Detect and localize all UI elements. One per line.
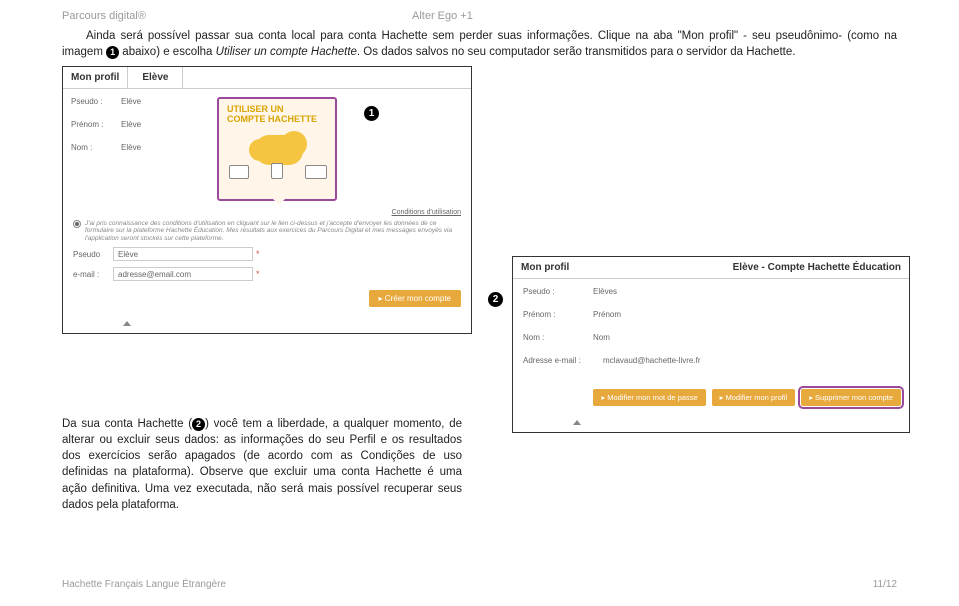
paragraph-2: Da sua conta Hachette (2) você tem a lib… [62, 416, 462, 513]
prenom-value: Elève [121, 120, 141, 129]
modify-profile-button[interactable]: ▸ Modifier mon profil [712, 389, 796, 406]
pseudo-label: Pseudo : [71, 97, 121, 106]
cloud-icon [255, 135, 303, 165]
s2-adresse-value: mclavaud@hachette-livre.fr [603, 356, 701, 365]
terms-row[interactable]: J'ai pris connaissance des conditions d'… [63, 218, 471, 244]
s2-pseudo-label: Pseudo : [523, 287, 593, 296]
shot2-title: Mon profil [521, 262, 569, 273]
caret-up-icon [573, 420, 581, 425]
device-icon [305, 165, 327, 179]
page-header: Parcours digital® Alter Ego +1 [62, 10, 897, 22]
shot2-right: Elève - Compte Hachette Éducation [733, 262, 901, 273]
nom-label: Nom : [71, 143, 121, 152]
terms-radio[interactable] [73, 220, 81, 228]
s2-prenom-value: Prénom [593, 310, 621, 319]
email-input[interactable]: adresse@email.com [113, 267, 253, 281]
para2-end: definidas na plataforma). Observe que ex… [62, 466, 462, 510]
header-right: Alter Ego +1 [412, 10, 473, 22]
tab-eleve[interactable]: Elève [127, 67, 183, 88]
pseudo-value: Elève [121, 97, 141, 106]
para2-italic: Condições de uso [361, 450, 463, 462]
para1-mid: abaixo) e escolha [119, 46, 216, 58]
tab-mon-profil[interactable]: Mon profil [63, 67, 127, 88]
required-icon: * [256, 269, 260, 279]
pseudo2-label: Pseudo [73, 250, 113, 259]
nom-value: Elève [121, 143, 141, 152]
caret-up-icon [123, 321, 131, 326]
footer-left: Hachette Français Langue Étrangère [62, 579, 226, 590]
prenom-label: Prénom : [71, 120, 121, 129]
s2-prenom-label: Prénom : [523, 310, 593, 319]
s2-nom-label: Nom : [523, 333, 593, 342]
device-icon [271, 163, 283, 179]
para2-pre: Da sua conta Hachette ( [62, 418, 192, 430]
header-left: Parcours digital® [62, 10, 412, 22]
para1-post: . Os dados salvos no seu computador serã… [357, 46, 796, 58]
badge-2: 2 [488, 292, 503, 307]
page-footer: Hachette Français Langue Étrangère 11/12 [62, 579, 897, 590]
screenshot-1: Mon profil Elève Pseudo :Elève Prénom :E… [62, 66, 472, 334]
utiliser-hachette-card[interactable]: Utiliser un compte Hachette [217, 97, 337, 201]
modify-password-button[interactable]: ▸ Modifier mon mot de passe [593, 389, 705, 406]
para1-italic: Utiliser un compte Hachette [216, 46, 357, 58]
pseudo2-input[interactable]: Elève [113, 247, 253, 261]
paragraph-1: Ainda será possível passar sua conta loc… [62, 28, 897, 60]
utiliser-line2: compte Hachette [227, 115, 327, 125]
device-icon [229, 165, 249, 179]
delete-account-button[interactable]: ▸ Supprimer mon compte [801, 389, 901, 406]
create-account-button[interactable]: ▸ Créer mon compte [369, 290, 461, 307]
conditions-link[interactable]: Conditions d'utilisation [63, 205, 471, 218]
s2-nom-value: Nom [593, 333, 610, 342]
required-icon: * [256, 249, 260, 259]
badge-2-inline: 2 [192, 418, 205, 431]
badge-1-inline: 1 [106, 46, 119, 59]
shot1-tabs: Mon profil Elève [63, 67, 471, 89]
terms-text: J'ai pris connaissance des conditions d'… [85, 220, 461, 242]
screenshot-2: Mon profil Elève - Compte Hachette Éduca… [512, 256, 910, 433]
s2-pseudo-value: Elèves [593, 287, 617, 296]
cloud-illustration [227, 133, 327, 181]
s2-adresse-label: Adresse e-mail : [523, 356, 603, 365]
email-label: e-mail : [73, 270, 113, 279]
footer-page: 11/12 [873, 579, 897, 590]
